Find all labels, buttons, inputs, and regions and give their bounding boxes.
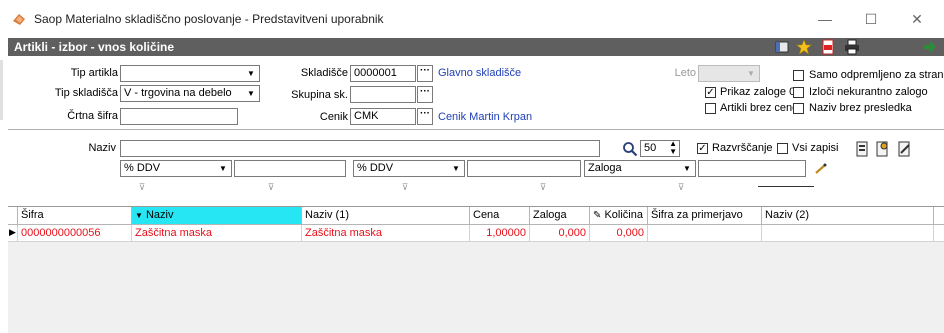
filter-funnel-icon[interactable]: ⊽ xyxy=(135,181,149,194)
grid-header-naziv[interactable]: ▼ Naziv xyxy=(132,207,302,225)
grid-header-kolicina[interactable]: ✎ Količina xyxy=(590,207,648,225)
chevron-down-icon: ▼ xyxy=(683,164,691,173)
naziv-search-input[interactable] xyxy=(120,140,600,157)
grid-header-naziv2[interactable]: Naziv (2) xyxy=(762,207,934,225)
tip-artikla-label: Tip artikla xyxy=(70,67,118,79)
razvrscanje-checkbox[interactable]: ✓ xyxy=(697,143,708,154)
chevron-down-icon: ▼ xyxy=(219,164,227,173)
grid-header-zaloga[interactable]: Zaloga xyxy=(530,207,590,225)
column-filter-value-2[interactable] xyxy=(467,160,581,177)
filter-underline xyxy=(758,181,814,187)
column-filter-value-1[interactable] xyxy=(234,160,346,177)
skladisce-name-link[interactable]: Glavno skladišče xyxy=(438,67,521,79)
izloci-nekurantno-checkbox[interactable] xyxy=(793,87,804,98)
chevron-down-icon: ▼ xyxy=(747,69,755,78)
window-title: Saop Materialno skladiščno poslovanje - … xyxy=(34,12,384,26)
column-filter-field-1[interactable]: % DDV ▼ xyxy=(120,160,232,177)
document-icon[interactable] xyxy=(854,141,870,157)
naziv-brez-presledka-checkbox[interactable] xyxy=(793,103,804,114)
artikli-brez-cene-checkbox[interactable] xyxy=(705,103,716,114)
sort-desc-icon: ▼ xyxy=(135,211,143,220)
grid-header-naziv1[interactable]: Naziv (1) xyxy=(302,207,470,225)
current-row-pointer-icon: ▶ xyxy=(8,225,18,242)
exit-icon[interactable] xyxy=(922,39,938,55)
tip-skladisca-label: Tip skladišča xyxy=(54,87,118,99)
filter-funnel-icon[interactable]: ⊽ xyxy=(536,181,550,194)
grid-cell-naziv2[interactable] xyxy=(762,225,934,242)
filter-funnel-icon[interactable]: ⊽ xyxy=(398,181,412,194)
document-edit-icon[interactable] xyxy=(896,141,912,157)
naziv-label: Naziv xyxy=(88,142,116,154)
layout-icon[interactable] xyxy=(774,39,790,55)
skladisce-input[interactable]: 0000001 xyxy=(350,65,416,82)
tip-skladisca-select[interactable]: V - trgovina na debelo ▼ xyxy=(120,85,260,102)
grid-cell-sifra-primerjava[interactable] xyxy=(648,225,762,242)
chevron-down-icon: ▼ xyxy=(247,69,255,78)
form-header: Artikli - izbor - vnos količine xyxy=(8,38,944,56)
filter-funnel-icon[interactable]: ⊽ xyxy=(674,181,688,194)
grid-header-overflow xyxy=(934,207,944,225)
chevron-down-icon: ▼ xyxy=(452,164,460,173)
skupina-lookup-button[interactable]: ··· xyxy=(417,86,433,103)
cenik-input[interactable]: CMK xyxy=(350,108,416,125)
grid-header-cena[interactable]: Cena xyxy=(470,207,530,225)
minimize-button[interactable]: — xyxy=(802,6,848,32)
grid-cell-naziv1[interactable]: Zaščitna maska xyxy=(302,225,470,242)
grid-row-indicator-header xyxy=(8,207,18,225)
prikaz-zaloge-checkbox[interactable]: ✓ xyxy=(705,87,716,98)
cenik-label: Cenik xyxy=(319,111,348,123)
pdf-export-icon[interactable] xyxy=(820,39,836,55)
column-filter-value-3[interactable] xyxy=(698,160,806,177)
maximize-button[interactable]: ☐ xyxy=(848,6,894,32)
record-limit-stepper[interactable]: 50 ▲ ▼ xyxy=(640,140,680,157)
grid-cell-kolicina[interactable]: 0,000 xyxy=(590,225,648,242)
vsi-zapisi-checkbox[interactable] xyxy=(777,143,788,154)
window-titlebar: Saop Materialno skladiščno poslovanje - … xyxy=(0,0,944,38)
close-button[interactable]: ✕ xyxy=(894,6,940,32)
skladisce-lookup-button[interactable]: ··· xyxy=(417,65,433,82)
document-settings-icon[interactable] xyxy=(874,141,890,157)
cenik-name-link[interactable]: Cenik Martin Krpan xyxy=(438,111,532,123)
izloci-nekurantno-label: Izloči nekurantno zalogo xyxy=(809,86,928,98)
razvrscanje-label: Razvrščanje xyxy=(712,142,773,154)
vsi-zapisi-label: Vsi zapisi xyxy=(792,142,839,154)
grid-header-sifra[interactable]: Šifra xyxy=(18,207,132,225)
filter-funnel-icon[interactable]: ⊽ xyxy=(264,181,278,194)
column-filter-field-2[interactable]: % DDV ▼ xyxy=(353,160,465,177)
naziv-brez-presledka-label: Naziv brez presledka xyxy=(809,102,912,114)
filter-panel: Tip artikla ▼ Tip skladišča V - trgovina… xyxy=(8,56,944,206)
stepper-arrows-icon[interactable]: ▲ ▼ xyxy=(669,141,677,156)
leto-select[interactable]: ▼ xyxy=(698,65,760,82)
cenik-lookup-button[interactable]: ··· xyxy=(417,108,433,125)
tip-artikla-select[interactable]: ▼ xyxy=(120,65,260,82)
pencil-clear-icon[interactable] xyxy=(814,163,828,175)
separator xyxy=(8,129,944,130)
skladisce-label: Skladišče xyxy=(300,67,348,79)
crtna-sifra-input[interactable] xyxy=(120,108,238,125)
search-icon[interactable] xyxy=(622,141,638,157)
leto-label: Leto xyxy=(674,67,696,79)
grid-cell-zaloga[interactable]: 0,000 xyxy=(530,225,590,242)
articles-grid: Šifra ▼ Naziv Naziv (1) Cena Zaloga ✎ Ko… xyxy=(8,206,944,333)
favorite-star-icon[interactable] xyxy=(796,39,812,55)
pencil-icon: ✎ xyxy=(593,210,602,221)
samo-odpremljeno-checkbox[interactable] xyxy=(793,70,804,81)
grid-cell-naziv[interactable]: Zaščitna maska xyxy=(132,225,302,242)
form-title: Artikli - izbor - vnos količine xyxy=(14,40,175,54)
chevron-down-icon: ▼ xyxy=(247,89,255,98)
grid-cell-sifra[interactable]: 0000000000056 xyxy=(18,225,132,242)
left-gutter xyxy=(0,60,3,120)
column-filter-field-3[interactable]: Zaloga ▼ xyxy=(584,160,696,177)
print-icon[interactable] xyxy=(844,39,860,55)
skupina-input[interactable] xyxy=(350,86,416,103)
samo-odpremljeno-label: Samo odpremljeno za stranko xyxy=(809,69,944,81)
crtna-sifra-label: Črtna šifra xyxy=(67,110,118,122)
prikaz-zaloge-label: Prikaz zaloge 0 xyxy=(720,86,796,98)
skupina-label: Skupina sk. xyxy=(291,89,348,101)
grid-cell-overflow xyxy=(934,225,944,242)
grid-cell-cena[interactable]: 1,00000 xyxy=(470,225,530,242)
grid-header-sifra-primerjava[interactable]: Šifra za primerjavo xyxy=(648,207,762,225)
app-logo-icon xyxy=(13,14,25,25)
artikli-brez-cene-label: Artikli brez cene xyxy=(720,102,799,114)
